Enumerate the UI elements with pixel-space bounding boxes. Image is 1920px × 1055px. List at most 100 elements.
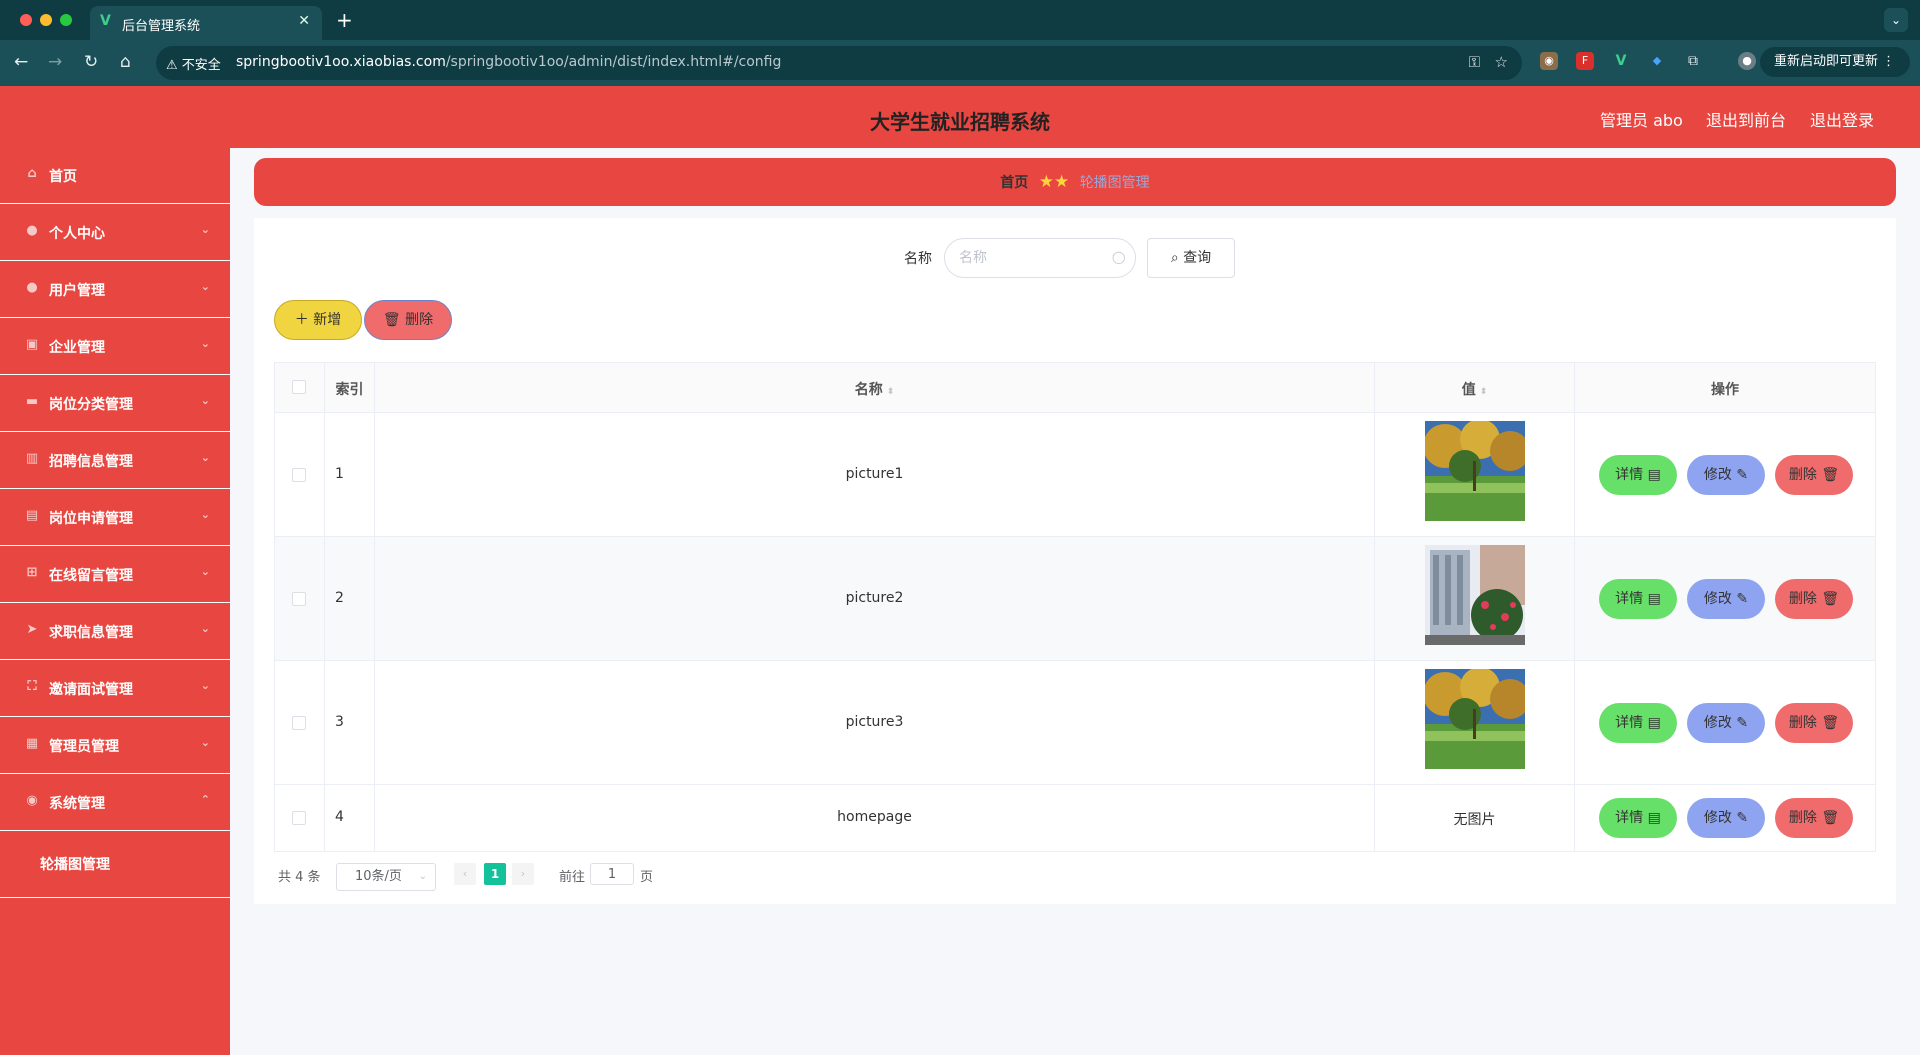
breadcrumb-home[interactable]: 首页 [1000, 175, 1028, 191]
delete-button[interactable]: 删除 🗑 [1775, 455, 1853, 495]
header-name: 名称 [854, 382, 883, 398]
detail-button[interactable]: 详情 ▤ [1599, 455, 1677, 495]
sidebar-item-applications[interactable]: ▤ 岗位申请管理 ⌄ [0, 490, 230, 546]
sidebar-item-label: 岗位分类管理 [49, 397, 133, 413]
tab-search-chevron-icon[interactable]: ⌄ [1884, 8, 1908, 32]
vue-favicon-icon: V [100, 13, 111, 29]
user-icon: ● [26, 223, 38, 238]
row-checkbox[interactable] [292, 592, 306, 606]
edit-button[interactable]: 修改 ✎ [1687, 703, 1765, 743]
row-value: 无图片 [1453, 812, 1496, 828]
chevron-up-icon: ⌃ [200, 793, 210, 806]
address-bar[interactable]: ⚠ 不安全 springbootiv1oo.xiaobias.com/sprin… [156, 46, 1522, 80]
edit-button[interactable]: 修改 ✎ [1687, 798, 1765, 838]
sidebar-item-personal-center[interactable]: ● 个人中心 ⌄ [0, 205, 230, 261]
row-name: picture3 [845, 714, 904, 730]
row-name: homepage [837, 809, 912, 825]
extension-fe-icon[interactable]: F [1576, 52, 1594, 70]
chevron-down-icon: ⌄ [200, 679, 210, 692]
detail-button[interactable]: 详情 ▤ [1599, 798, 1677, 838]
insecure-warning[interactable]: ⚠ 不安全 [166, 54, 221, 73]
sort-caret-icon[interactable]: ⬍ [1480, 387, 1488, 397]
row-checkbox[interactable] [292, 811, 306, 825]
exit-to-front-link[interactable]: 退出到前台 [1706, 107, 1786, 131]
query-button[interactable]: ⌕ 查询 [1147, 238, 1235, 278]
carousel-thumbnail[interactable] [1425, 421, 1525, 521]
prev-page-button[interactable]: ‹ [454, 863, 476, 885]
chart-icon: ▣ [25, 337, 39, 352]
url-text[interactable]: springbootiv1oo.xiaobias.com/springbooti… [236, 54, 781, 70]
batch-delete-button[interactable]: 🗑 删除 [364, 300, 452, 340]
sidebar-item-job-categories[interactable]: ▬ 岗位分类管理 ⌄ [0, 376, 230, 432]
sidebar-item-interviews[interactable]: ⛶ 邀请面试管理 ⌄ [0, 661, 230, 717]
sidebar-item-label: 在线留言管理 [49, 568, 133, 584]
search-icon: ⌕ [1170, 250, 1179, 266]
add-button[interactable]: ＋ 新增 [274, 300, 362, 340]
sidebar-item-home[interactable]: ⌂ 首页 [0, 148, 230, 204]
document-icon: ▤ [1647, 467, 1661, 483]
key-icon[interactable]: ⚿ [1469, 53, 1480, 71]
row-index: 2 [335, 590, 344, 606]
extensions-puzzle-icon[interactable]: ⧉ [1684, 52, 1702, 70]
detail-button[interactable]: 详情 ▤ [1599, 703, 1677, 743]
search-label: 名称 [904, 251, 932, 267]
carousel-thumbnail[interactable] [1425, 669, 1525, 769]
forward-arrow-icon[interactable]: → [48, 52, 62, 72]
goto-page-input[interactable] [590, 863, 634, 885]
new-tab-button[interactable]: + [336, 8, 353, 32]
header-name-cell[interactable]: 名称 ⬍ [375, 363, 1375, 412]
edit-button[interactable]: 修改 ✎ [1687, 579, 1765, 619]
sidebar-item-administrators[interactable]: ▦ 管理员管理 ⌄ [0, 718, 230, 774]
sidebar-item-job-seeking[interactable]: ➤ 求职信息管理 ⌄ [0, 604, 230, 660]
document-icon: ▤ [1647, 591, 1661, 607]
back-arrow-icon[interactable]: ← [14, 52, 28, 72]
sidebar: ⌂ 首页 ● 个人中心 ⌄ ● 用户管理 ⌄ ▣ 企业管理 ⌄ ▬ 岗位分类管理… [0, 148, 230, 1055]
table-row: 3 picture3 详情 ▤ 修改 ✎ 删除 🗑 [275, 661, 1875, 785]
sidebar-item-users[interactable]: ● 用户管理 ⌄ [0, 262, 230, 318]
row-index: 1 [335, 466, 344, 482]
sort-caret-icon[interactable]: ⬍ [887, 387, 895, 397]
delete-button[interactable]: 删除 🗑 [1775, 579, 1853, 619]
delete-button[interactable]: 删除 🗑 [1775, 798, 1853, 838]
page-number-button[interactable]: 1 [484, 863, 506, 885]
reload-icon[interactable]: ↻ [84, 52, 98, 72]
sidebar-item-messages[interactable]: ⊞ 在线留言管理 ⌄ [0, 547, 230, 603]
browser-tab[interactable]: V 后台管理系统 ✕ [90, 6, 322, 40]
maximize-window-button[interactable] [60, 14, 72, 26]
header-value-cell[interactable]: 值 ⬍ [1375, 363, 1575, 412]
sidebar-item-recruitment[interactable]: ▥ 招聘信息管理 ⌄ [0, 433, 230, 489]
pencil-icon: ✎ [1736, 467, 1749, 483]
header-index-cell: 索引 [325, 363, 375, 412]
row-checkbox[interactable] [292, 716, 306, 730]
bookmark-star-icon[interactable]: ☆ [1495, 53, 1508, 71]
page-size-select[interactable]: 10条/页 ⌄ [336, 863, 436, 891]
tab-close-icon[interactable]: ✕ [298, 13, 310, 29]
next-page-button[interactable]: › [512, 863, 534, 885]
detail-button[interactable]: 详情 ▤ [1599, 579, 1677, 619]
close-window-button[interactable] [20, 14, 32, 26]
chevron-down-icon: ⌄ [200, 280, 210, 293]
logout-link[interactable]: 退出登录 [1810, 107, 1874, 131]
sidebar-item-system[interactable]: ◉ 系统管理 ⌃ [0, 775, 230, 831]
home-icon[interactable]: ⌂ [120, 52, 131, 72]
extension-vue-icon[interactable]: V [1612, 52, 1630, 70]
document-icon: ▤ [1647, 810, 1661, 826]
table-row: 4 homepage 无图片 详情 ▤ 修改 ✎ 删除 🗑 [275, 785, 1875, 851]
search-input[interactable] [944, 238, 1136, 278]
sidebar-subitem-carousel[interactable]: 轮播图管理 [0, 832, 230, 898]
row-checkbox[interactable] [292, 468, 306, 482]
sidebar-item-companies[interactable]: ▣ 企业管理 ⌄ [0, 319, 230, 375]
table-row: 2 picture2 详情 ▤ 修改 ✎ 删除 🗑 [275, 537, 1875, 661]
carousel-thumbnail[interactable] [1425, 545, 1525, 645]
chevron-down-icon: ⌄ [200, 451, 210, 464]
main-content: 名称 ◯ ⌕ 查询 ＋ 新增 🗑 删除 索引 名称⬍ 值⬍ 操作 1 [254, 218, 1896, 904]
delete-button[interactable]: 删除 🗑 [1775, 703, 1853, 743]
extension-diamond-icon[interactable]: ◆ [1648, 52, 1666, 70]
select-all-checkbox[interactable] [292, 380, 306, 394]
minimize-window-button[interactable] [40, 14, 52, 26]
update-button[interactable]: 重新启动即可更新 ⋮ [1760, 47, 1910, 77]
profile-avatar[interactable]: ● [1738, 52, 1756, 70]
edit-button[interactable]: 修改 ✎ [1687, 455, 1765, 495]
admin-label: 管理员 abo [1600, 111, 1683, 130]
extension-icon[interactable]: ◉ [1540, 52, 1558, 70]
